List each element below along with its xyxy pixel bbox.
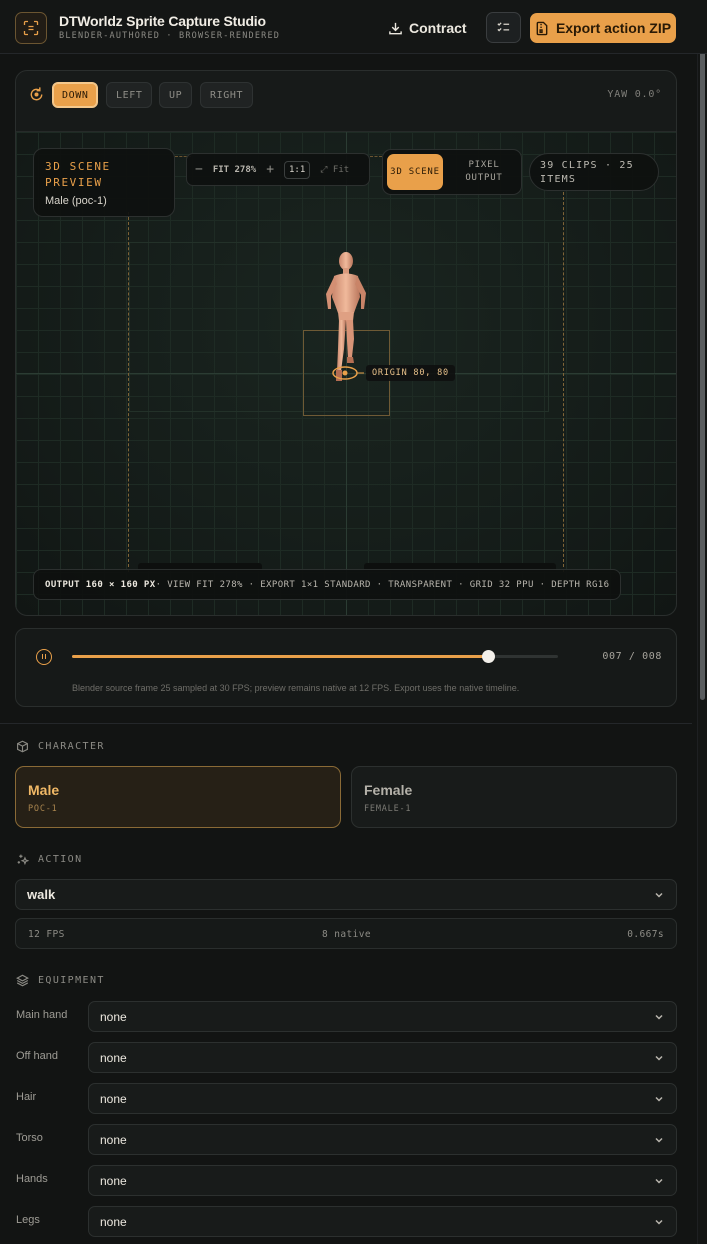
contract-button[interactable]: Contract — [388, 13, 474, 43]
zoom-controls: − FIT 278% + 1:1 ⤢ Fit — [186, 153, 370, 186]
character-code: POC-1 — [28, 804, 58, 814]
action-native-frames: 8 native — [322, 929, 371, 940]
zoom-fit-readout: FIT 278% — [212, 164, 257, 175]
character-option-male[interactable]: Male POC-1 — [15, 766, 341, 828]
equipment-slot-label: Legs — [16, 1214, 40, 1226]
scene-character-label: Male (poc-1) — [45, 195, 107, 207]
chevron-down-icon — [655, 1096, 663, 1102]
action-select-value: walk — [27, 887, 56, 902]
playback-note: Blender source frame 25 sampled at 30 FP… — [72, 683, 520, 693]
output-details-label: · VIEW FIT 278% · EXPORT 1×1 STANDARD · … — [155, 579, 610, 590]
sparkle-icon — [17, 854, 29, 866]
fit-button-label: Fit — [332, 164, 350, 175]
export-zip-button[interactable]: Export action ZIP — [530, 13, 676, 43]
fit-button[interactable]: ⤢ Fit — [320, 165, 349, 175]
character-name: Male — [28, 782, 60, 798]
pause-icon[interactable] — [36, 649, 52, 665]
action-fps: 12 FPS — [28, 929, 65, 940]
direction-right-button[interactable]: RIGHT — [200, 82, 254, 108]
equipment-slot-value: none — [100, 1132, 127, 1147]
character-option-female[interactable]: Female FEMALE-1 — [351, 766, 677, 828]
timeline-thumb[interactable] — [482, 650, 496, 663]
timeline-slider[interactable] — [72, 650, 558, 663]
timeline-progress — [72, 655, 489, 658]
yaw-readout: YAW 0.0° — [607, 89, 662, 100]
export-label: Export action ZIP — [555, 20, 672, 36]
zoom-in-icon[interactable]: + — [266, 162, 274, 177]
view-mode-toggle: 3D SCENE PIXEL OUTPUT — [382, 149, 522, 195]
equipment-slot-select[interactable]: none — [88, 1124, 677, 1155]
action-duration: 0.667s — [627, 929, 664, 940]
equipment-slot-select[interactable]: none — [88, 1001, 677, 1032]
output-size-label: OUTPUT 160 × 160 PX — [45, 579, 156, 590]
bounds-left-line — [128, 212, 129, 572]
character-code: FEMALE-1 — [364, 804, 412, 814]
origin-marker-icon — [332, 366, 364, 380]
preview-panel: DOWN LEFT UP RIGHT YAW 0.0° ORIGIN 80, 8… — [15, 70, 677, 616]
chevron-down-icon — [655, 1137, 663, 1143]
character-heading: CHARACTER — [38, 741, 105, 752]
equipment-slot-select[interactable]: none — [88, 1206, 677, 1237]
mode-pixel-output-button[interactable]: PIXEL OUTPUT — [451, 154, 517, 190]
equipment-slot-label: Hair — [16, 1091, 37, 1103]
action-heading: ACTION — [38, 854, 83, 865]
layers-icon — [16, 974, 29, 987]
direction-down-button[interactable]: DOWN — [52, 82, 99, 108]
checklist-button[interactable] — [486, 12, 521, 43]
output-status-bar: OUTPUT 160 × 160 PX · VIEW FIT 278% · EX… — [33, 569, 621, 600]
bounds-right-line — [563, 192, 564, 572]
app-subtitle: BLENDER-AUTHORED · BROWSER-RENDERED — [59, 31, 281, 41]
rotate-icon — [28, 86, 45, 106]
playback-panel: 007 / 008 Blender source frame 25 sample… — [15, 628, 677, 707]
equipment-slot-value: none — [100, 1050, 127, 1065]
equipment-slot-select[interactable]: none — [88, 1042, 677, 1073]
action-meta-row: 12 FPS 8 native 0.667s — [15, 918, 677, 949]
chevron-down-icon — [655, 1014, 663, 1020]
equipment-section-header: EQUIPMENT — [16, 974, 105, 987]
equipment-slot-value: none — [100, 1091, 127, 1106]
equipment-slot-label: Torso — [16, 1132, 43, 1144]
zoom-one-to-one-button[interactable]: 1:1 — [284, 160, 311, 179]
equipment-heading: EQUIPMENT — [38, 975, 105, 986]
cube-icon — [17, 740, 28, 753]
app-header: DTWorldz Sprite Capture Studio BLENDER-A… — [0, 0, 707, 54]
chevron-down-icon — [655, 1055, 663, 1061]
file-zip-icon — [536, 21, 548, 35]
scene-preview-title: 3D SCENE PREVIEW — [45, 160, 111, 189]
chevron-down-icon — [655, 1178, 663, 1184]
action-section-header: ACTION — [16, 853, 83, 866]
direction-bar: DOWN LEFT UP RIGHT YAW 0.0° — [16, 71, 676, 119]
equipment-slot-label: Off hand — [16, 1050, 58, 1062]
equipment-slot-select[interactable]: none — [88, 1083, 677, 1114]
scrollbar-thumb[interactable] — [700, 4, 705, 700]
equipment-slot-label: Main hand — [16, 1009, 68, 1021]
character-name: Female — [364, 782, 413, 798]
clips-count-badge: 39 CLIPS · 25 ITEMS — [529, 153, 659, 191]
expand-icon: ⤢ — [320, 164, 328, 175]
zoom-out-icon[interactable]: − — [195, 162, 203, 177]
scene-info-card: 3D SCENE PREVIEW Male (poc-1) — [33, 148, 175, 217]
action-select[interactable]: walk — [15, 879, 677, 910]
origin-label: ORIGIN 80, 80 — [366, 365, 455, 381]
equipment-slot-value: none — [100, 1173, 127, 1188]
section-divider — [0, 723, 692, 724]
scene-viewport[interactable]: ORIGIN 80, 80 3D SCENE PREVIEW Male (poc… — [16, 131, 676, 615]
equipment-slot-value: none — [100, 1009, 127, 1024]
chevron-down-icon — [655, 1219, 663, 1225]
chevron-down-icon — [655, 892, 663, 898]
capture-logo-icon — [15, 12, 47, 44]
equipment-slot-select[interactable]: none — [88, 1165, 677, 1196]
app-title: DTWorldz Sprite Capture Studio — [59, 13, 266, 29]
mode-3d-scene-button[interactable]: 3D SCENE — [387, 154, 443, 190]
equipment-slot-value: none — [100, 1214, 127, 1229]
frame-counter: 007 / 008 — [602, 651, 662, 662]
equipment-slot-label: Hands — [16, 1173, 48, 1185]
download-icon — [389, 22, 402, 34]
contract-label: Contract — [409, 20, 467, 36]
bounds-top-line — [370, 156, 382, 157]
direction-left-button[interactable]: LEFT — [106, 82, 153, 108]
character-section-header: CHARACTER — [16, 740, 105, 753]
checklist-icon — [497, 22, 510, 32]
direction-up-button[interactable]: UP — [159, 82, 193, 108]
